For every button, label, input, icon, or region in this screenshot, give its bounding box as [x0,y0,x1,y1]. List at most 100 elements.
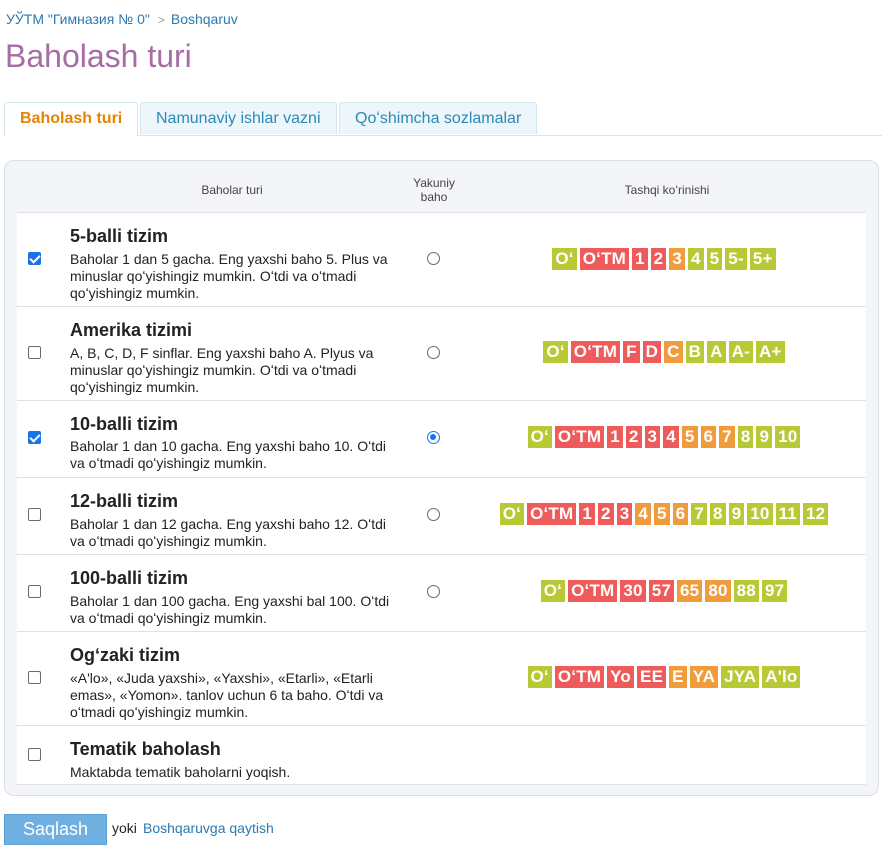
grade-system-name: 12-balli tizim [70,491,179,511]
grade-badge: 2 [625,426,642,448]
grade-badge: OʻTM [554,426,605,448]
grade-badge: 1 [579,503,596,525]
grade-badge: 9 [728,503,745,525]
grade-badge: 5 [654,503,670,525]
grade-badge: Oʻ [540,580,566,602]
enable-checkbox-tematik[interactable] [28,748,41,761]
grade-system-description: Baholar 1 dan 10 gacha. Eng yaxshi baho … [70,438,386,471]
grade-badge: B [685,341,705,363]
grade-badge: Oʻ [527,426,552,448]
grade-badge: 57 [648,580,675,602]
grade-badge: 5- [725,248,747,270]
final-grade-radio-12-balli[interactable] [427,508,440,521]
grade-badge: C [664,341,683,363]
back-to-management-link[interactable]: Boshqaruvga qaytish [143,820,274,836]
grade-badge: 1 [632,248,648,270]
table-header: Baholar turi Yakuniy baho Tashqi koʻrini… [17,171,866,213]
grade-badge: OʻTM [570,341,621,363]
grade-system-description: A, B, C, D, F sinflar. Eng yaxshi baho A… [70,345,374,395]
grade-badge: 9 [756,426,773,448]
final-grade-radio-10-balli[interactable] [427,431,440,444]
grade-badge: A'lo [762,666,801,688]
grade-preview: Oʻ OʻTM 1 2 3 4 5 6 7 8 9 10 11 12 [462,503,866,525]
table-row-tematik: Tematik baholash Maktabda tematik baholar… [17,726,866,785]
grade-badge: 3 [616,503,633,525]
grade-badge: 7 [719,426,735,448]
grade-badge: OʻTM [527,503,577,525]
grade-system-description: «A'lo», «Juda yaxshi», «Yaxshi», «Etarli… [70,670,384,720]
table-row-100-balli: 100-balli tizim Baholar 1 dan 100 gacha. … [17,555,866,632]
grade-preview: Oʻ OʻTM 1 2 3 4 5 6 7 8 9 10 [462,426,866,448]
header-appearance: Tashqi koʻrinishi [624,183,710,197]
enable-checkbox-ogzaki[interactable] [28,671,41,684]
grade-system-description: Baholar 1 dan 100 gacha. Eng yaxshi bal … [70,593,390,626]
tab-baholash-turi[interactable]: Baholash turi [4,102,139,136]
grade-badge: YA [689,666,719,688]
breadcrumb-section-link[interactable]: Boshqaruv [171,11,238,27]
save-button[interactable]: Saqlash [4,814,107,845]
final-grade-radio-amerika[interactable] [427,346,440,359]
grade-system-description: Baholar 1 dan 5 gacha. Eng yaxshi baho 5… [70,251,388,301]
grade-badge: 5+ [749,248,776,270]
grade-badge: 88 [733,580,759,602]
enable-checkbox-100-balli[interactable] [28,585,41,598]
or-text: yoki [112,820,137,836]
table-row-12-balli: 12-balli tizim Baholar 1 dan 12 gacha. En… [17,478,866,555]
grade-badge: 10 [775,426,801,448]
final-grade-radio-5-balli[interactable] [427,252,440,265]
grade-badge: EE [637,666,667,688]
grade-badge: Oʻ [499,503,525,525]
grade-badge: 12 [802,503,829,525]
grade-badge: Oʻ [543,341,568,363]
grade-badge: 4 [687,248,704,270]
grade-system-name: Ogʻzaki tizim [70,645,181,665]
grade-badge: 5 [706,248,723,270]
grade-badge: 6 [700,426,717,448]
grade-preview: Oʻ OʻTM Yo EE E YA JYA A'lo [462,666,866,688]
grade-badge: 8 [737,426,754,448]
header-grade-type: Baholar turi [201,183,263,197]
grade-system-name: 5-balli tizim [70,226,169,246]
grade-system-name: 100-balli tizim [70,568,189,588]
grade-system-description: Maktabda tematik baholarni yoqish. [70,764,291,780]
table-row-ogzaki: Ogʻzaki tizim «A'lo», «Juda yaxshi», «Yax… [17,632,866,726]
grading-panel: Baholar turi Yakuniy baho Tashqi koʻrini… [4,160,879,796]
grade-badge: 65 [677,580,703,602]
tab-qoshimcha-sozlamalar[interactable]: Qoʻshimcha sozlamalar [339,102,538,134]
table-row-amerika: Amerika tizimi A, B, C, D, F sinflar. Eng… [17,307,866,401]
header-final-grade: Yakuniy baho [413,176,455,204]
grade-badge: 4 [635,503,651,525]
grade-badge: 3 [669,248,685,270]
grade-preview: Oʻ OʻTM 30 57 65 80 88 97 [462,580,866,602]
enable-checkbox-5-balli[interactable] [28,252,41,265]
grade-badge: 30 [620,580,646,602]
grade-preview: Oʻ OʻTM 1 2 3 4 5 5- 5+ [462,248,866,270]
enable-checkbox-10-balli[interactable] [28,431,41,444]
grade-badge: JYA [721,666,760,688]
grade-system-name: Tematik baholash [70,739,221,759]
page-title: Baholash turi [5,38,192,74]
tab-namunaviy-ishlar-vazni[interactable]: Namunaviy ishlar vazni [140,102,337,134]
grade-badge: Oʻ [552,248,577,270]
grade-badge: A [707,341,726,363]
grade-badge: 11 [775,503,800,525]
breadcrumb-school-link[interactable]: УЎТМ "Гимназия № 0" [6,11,150,27]
grade-badge: D [642,341,662,363]
grade-badge: 5 [681,426,698,448]
breadcrumb-separator: > [157,13,165,27]
enable-checkbox-amerika[interactable] [28,346,41,359]
tab-bar: Baholash turi Namunaviy ishlar vazni Qoʻ… [4,102,882,136]
breadcrumb: УЎТМ "Гимназия № 0" > Boshqaruv [6,11,238,27]
grade-badge: Oʻ [527,666,552,688]
table-row-10-balli: 10-balli tizim Baholar 1 dan 10 gacha. En… [17,401,866,478]
grade-badge: 2 [650,248,667,270]
final-grade-radio-100-balli[interactable] [427,585,440,598]
grade-system-description: Baholar 1 dan 12 gacha. Eng yaxshi baho … [70,516,386,549]
grade-badge: 4 [663,426,679,448]
grade-badge: Yo [607,666,635,688]
table-body: 5-balli tizim Baholar 1 dan 5 gacha. Eng … [17,213,866,785]
grade-badge: 6 [672,503,689,525]
grade-badge: F [623,341,640,363]
grade-badge: 8 [709,503,726,525]
enable-checkbox-12-balli[interactable] [28,508,41,521]
